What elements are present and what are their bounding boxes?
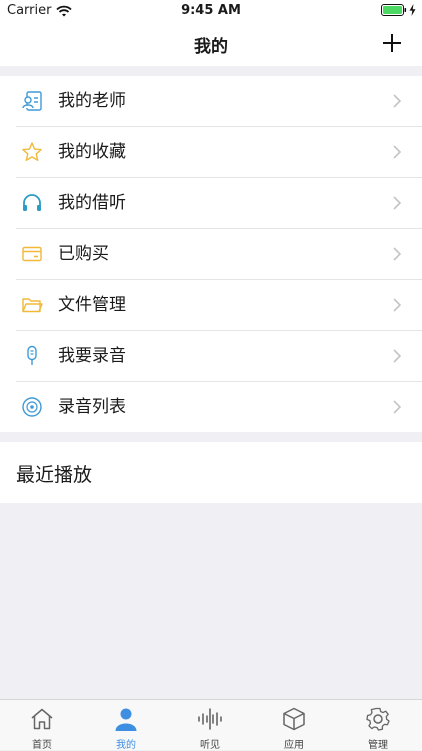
card-icon <box>22 246 42 262</box>
chevron-right-icon <box>393 298 402 312</box>
menu-item-label: 我的老师 <box>58 91 126 111</box>
person-icon <box>115 708 137 731</box>
folder-icon <box>22 298 43 313</box>
headphones-icon <box>23 194 41 211</box>
microphone-icon <box>27 345 37 365</box>
battery-indicator <box>381 4 416 16</box>
tab-mine[interactable]: 我的 <box>84 700 168 751</box>
tab-bar: 首页 我的 听见 应用 管理 <box>0 699 422 751</box>
tab-label: 应用 <box>284 740 304 751</box>
menu-item-label: 已购买 <box>58 244 109 264</box>
menu-list: 我的老师 我的收藏 我的借听 已购买 文件管理 我要录音 录音列表 <box>0 76 422 432</box>
tab-label: 首页 <box>32 740 52 751</box>
menu-item-my-borrowed[interactable]: 我的借听 <box>0 178 422 229</box>
tab-label: 听见 <box>200 740 220 751</box>
battery-icon <box>381 4 407 16</box>
chevron-right-icon <box>393 145 402 159</box>
chevron-right-icon <box>393 400 402 414</box>
tab-apps[interactable]: 应用 <box>252 700 336 751</box>
soundwave-icon <box>198 708 222 730</box>
tab-home[interactable]: 首页 <box>0 700 84 751</box>
menu-item-label: 文件管理 <box>58 295 126 315</box>
teacher-card-icon <box>22 91 42 111</box>
home-icon <box>31 708 53 730</box>
menu-item-purchased[interactable]: 已购买 <box>0 229 422 280</box>
tab-listen[interactable]: 听见 <box>168 700 252 751</box>
chevron-right-icon <box>393 196 402 210</box>
section-title: 最近播放 <box>16 464 93 486</box>
chevron-right-icon <box>393 247 402 261</box>
disc-icon <box>22 397 42 417</box>
menu-item-label: 录音列表 <box>58 397 126 417</box>
recently-played-section: 最近播放 <box>0 442 422 503</box>
menu-item-label: 我要录音 <box>58 346 126 366</box>
plus-icon[interactable] <box>380 31 404 55</box>
navigation-bar: 我的 <box>0 22 422 66</box>
cube-icon <box>283 707 305 731</box>
tab-label: 我的 <box>116 740 136 751</box>
chevron-right-icon <box>393 349 402 363</box>
charging-bolt-icon <box>409 4 416 16</box>
menu-item-label: 我的借听 <box>58 193 126 213</box>
menu-item-my-favorites[interactable]: 我的收藏 <box>0 127 422 178</box>
tab-label: 管理 <box>368 740 388 751</box>
tab-manage[interactable]: 管理 <box>336 700 422 751</box>
menu-item-my-teachers[interactable]: 我的老师 <box>0 76 422 127</box>
chevron-right-icon <box>393 94 402 108</box>
menu-item-recording-list[interactable]: 录音列表 <box>0 382 422 433</box>
status-time: 9:45 AM <box>181 3 241 18</box>
menu-item-record[interactable]: 我要录音 <box>0 331 422 382</box>
page-title: 我的 <box>194 37 228 57</box>
gear-icon <box>366 707 390 731</box>
status-bar: Carrier 9:45 AM <box>0 0 422 22</box>
star-icon <box>22 142 42 161</box>
menu-item-label: 我的收藏 <box>58 142 126 162</box>
menu-item-file-management[interactable]: 文件管理 <box>0 280 422 331</box>
